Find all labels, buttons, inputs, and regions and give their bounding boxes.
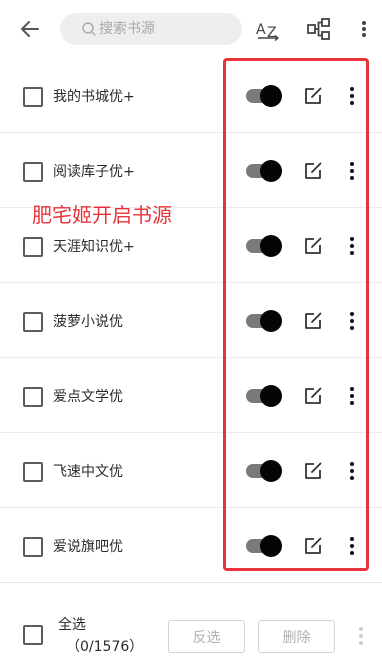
source-checkbox[interactable] (23, 537, 43, 557)
back-arrow-icon[interactable] (16, 15, 44, 43)
tree-structure-icon[interactable] (306, 16, 332, 42)
search-icon (82, 22, 96, 36)
source-name: 爱说旗吧优 (53, 539, 123, 555)
bottom-action-bar: 全选 （0/1576） 反选 删除 (0, 582, 382, 659)
source-name: 菠萝小说优 (53, 314, 123, 330)
source-name: 飞速中文优 (53, 464, 123, 480)
source-checkbox[interactable] (23, 237, 43, 257)
svg-text:A: A (256, 22, 266, 38)
source-checkbox[interactable] (23, 462, 43, 482)
search-input[interactable]: 搜索书源 (60, 13, 242, 45)
select-all-checkbox[interactable] (23, 625, 43, 645)
source-name: 我的书城优+ (53, 89, 135, 105)
more-vertical-icon[interactable] (354, 17, 374, 41)
annotation-highlight-box (223, 58, 369, 571)
top-bar: 搜索书源 A Z (0, 0, 382, 58)
source-name: 阅读库子优+ (53, 164, 135, 180)
sort-az-icon[interactable]: A Z (254, 17, 282, 41)
select-all-label: 全选 (58, 617, 86, 633)
more-vertical-icon[interactable] (353, 623, 369, 649)
source-checkbox[interactable] (23, 312, 43, 332)
delete-button[interactable]: 删除 (258, 620, 335, 653)
selection-count: （0/1576） (66, 639, 144, 655)
source-name: 爱点文学优 (53, 389, 123, 405)
invert-selection-button[interactable]: 反选 (168, 620, 245, 653)
source-checkbox[interactable] (23, 162, 43, 182)
source-checkbox[interactable] (23, 87, 43, 107)
source-checkbox[interactable] (23, 387, 43, 407)
annotation-text: 肥宅姬开启书源 (32, 203, 172, 227)
search-placeholder: 搜索书源 (99, 21, 155, 37)
source-name: 天涯知识优+ (53, 239, 135, 255)
